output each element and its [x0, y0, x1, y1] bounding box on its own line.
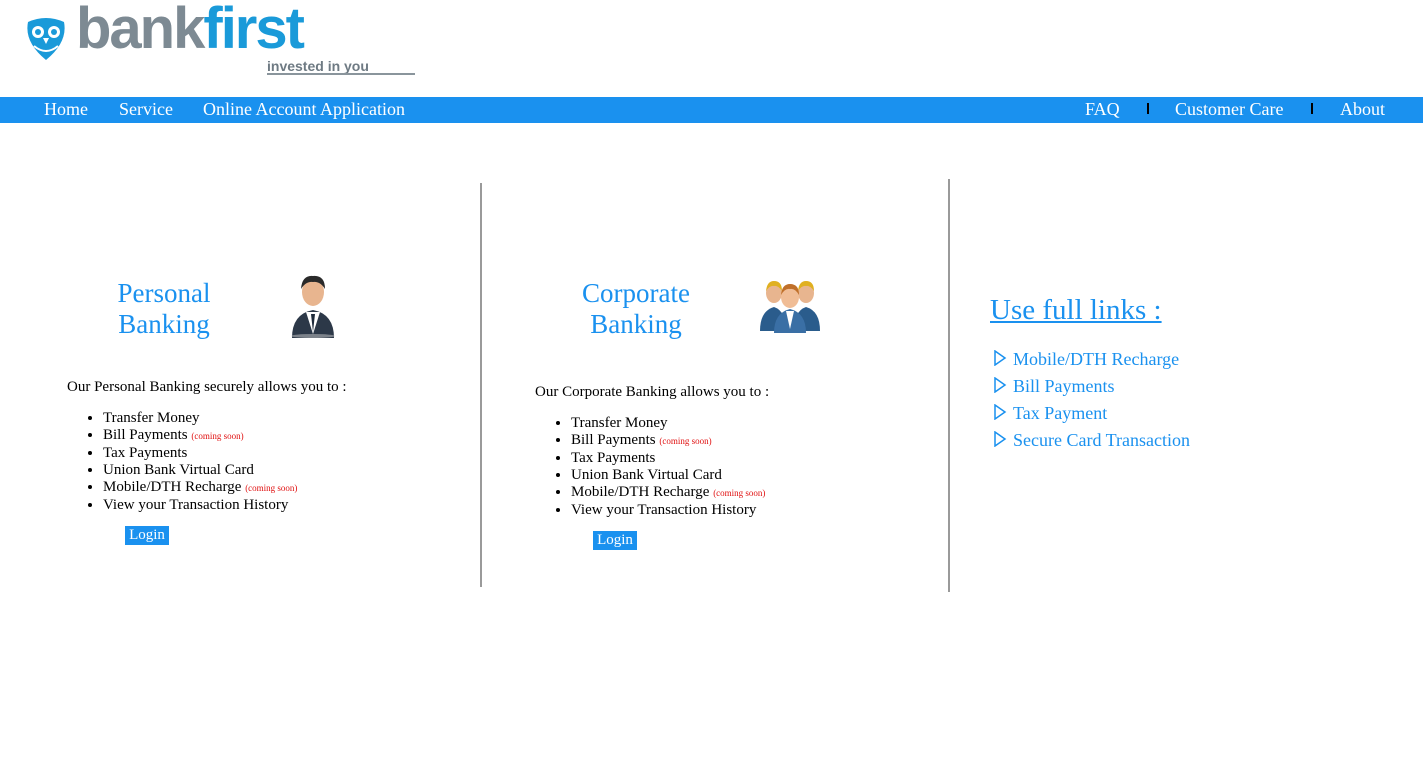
corporate-intro-text: Our Corporate Banking allows you to :: [535, 384, 770, 400]
corporate-login-button[interactable]: Login: [593, 531, 637, 550]
owl-logo-icon: [27, 18, 65, 60]
coming-soon-note: (coming soon): [713, 488, 766, 498]
list-item: Union Bank Virtual Card: [571, 467, 765, 484]
feature-label: Transfer Money: [571, 415, 668, 431]
list-item: View your Transaction History: [103, 497, 297, 514]
feature-label: Union Bank Virtual Card: [571, 467, 722, 483]
nav-home-link[interactable]: Home: [44, 99, 88, 120]
personal-title-line1: Personal: [117, 278, 211, 308]
nav-separator: [1147, 103, 1149, 114]
bank-logo[interactable]: bankfirst invested in you: [24, 0, 424, 78]
list-item: Mobile/DTH Recharge (coming soon): [103, 479, 297, 497]
nav-online-account-application-link[interactable]: Online Account Application: [203, 99, 405, 120]
personal-title-line2: Banking: [118, 309, 210, 339]
list-item: Union Bank Virtual Card: [103, 462, 297, 479]
triangle-right-icon: [994, 376, 1007, 394]
feature-label: Tax Payments: [571, 450, 656, 466]
link-label: Tax Payment: [1013, 403, 1108, 423]
feature-label: Tax Payments: [103, 445, 188, 461]
tagline-underline: [267, 73, 415, 75]
brand-name-part2: first: [203, 0, 305, 61]
coming-soon-note: (coming soon): [191, 431, 244, 441]
feature-label: Transfer Money: [103, 410, 200, 426]
link-tax-payment[interactable]: Tax Payment: [993, 403, 1107, 424]
brand-wordmark: bankfirst: [76, 0, 305, 61]
main-nav-bar: Home Service Online Account Application …: [0, 97, 1423, 123]
list-item: Tax Payments: [103, 445, 297, 462]
list-item: View your Transaction History: [571, 502, 765, 519]
feature-label: View your Transaction History: [103, 497, 289, 513]
personal-banking-title: Personal Banking: [104, 278, 224, 340]
nav-separator: [1311, 103, 1313, 114]
nav-service-link[interactable]: Service: [119, 99, 173, 120]
feature-label: Bill Payments: [571, 432, 656, 448]
brand-tagline: invested in you: [267, 58, 369, 74]
coming-soon-note: (coming soon): [245, 483, 298, 493]
column-divider: [948, 179, 950, 592]
link-mobile-dth-recharge[interactable]: Mobile/DTH Recharge: [993, 349, 1179, 370]
triangle-right-icon: [994, 430, 1007, 448]
nav-customer-care-link[interactable]: Customer Care: [1175, 99, 1283, 120]
column-divider: [480, 183, 482, 587]
list-item: Bill Payments (coming soon): [571, 432, 765, 450]
triangle-right-icon: [994, 403, 1007, 421]
link-bill-payments[interactable]: Bill Payments: [993, 376, 1115, 397]
feature-label: Union Bank Virtual Card: [103, 462, 254, 478]
business-group-icon: [760, 281, 820, 333]
nav-faq-link[interactable]: FAQ: [1085, 99, 1120, 120]
list-item: Tax Payments: [571, 450, 765, 467]
link-secure-card-transaction[interactable]: Secure Card Transaction: [993, 430, 1190, 451]
personal-feature-list: Transfer Money Bill Payments (coming soo…: [67, 410, 297, 514]
list-item: Bill Payments (coming soon): [103, 427, 297, 445]
feature-label: Mobile/DTH Recharge: [571, 484, 710, 500]
feature-label: View your Transaction History: [571, 502, 757, 518]
feature-label: Mobile/DTH Recharge: [103, 479, 242, 495]
corporate-banking-title: Corporate Banking: [566, 278, 706, 340]
brand-name-part1: bank: [76, 0, 205, 61]
personal-login-button[interactable]: Login: [125, 526, 169, 545]
corporate-title-line1: Corporate: [582, 278, 690, 308]
personal-intro-text: Our Personal Banking securely allows you…: [67, 379, 347, 395]
link-label: Mobile/DTH Recharge: [1013, 349, 1180, 369]
nav-about-link[interactable]: About: [1340, 99, 1385, 120]
triangle-right-icon: [994, 349, 1007, 367]
list-item: Transfer Money: [103, 410, 297, 427]
useful-links-title[interactable]: Use full links :: [990, 294, 1162, 327]
list-item: Transfer Money: [571, 415, 765, 432]
businessman-icon: [291, 275, 335, 338]
link-label: Bill Payments: [1013, 376, 1115, 396]
list-item: Mobile/DTH Recharge (coming soon): [571, 484, 765, 502]
link-label: Secure Card Transaction: [1013, 430, 1190, 450]
corporate-title-line2: Banking: [590, 309, 682, 339]
corporate-feature-list: Transfer Money Bill Payments (coming soo…: [535, 415, 765, 519]
feature-label: Bill Payments: [103, 427, 188, 443]
coming-soon-note: (coming soon): [659, 436, 712, 446]
